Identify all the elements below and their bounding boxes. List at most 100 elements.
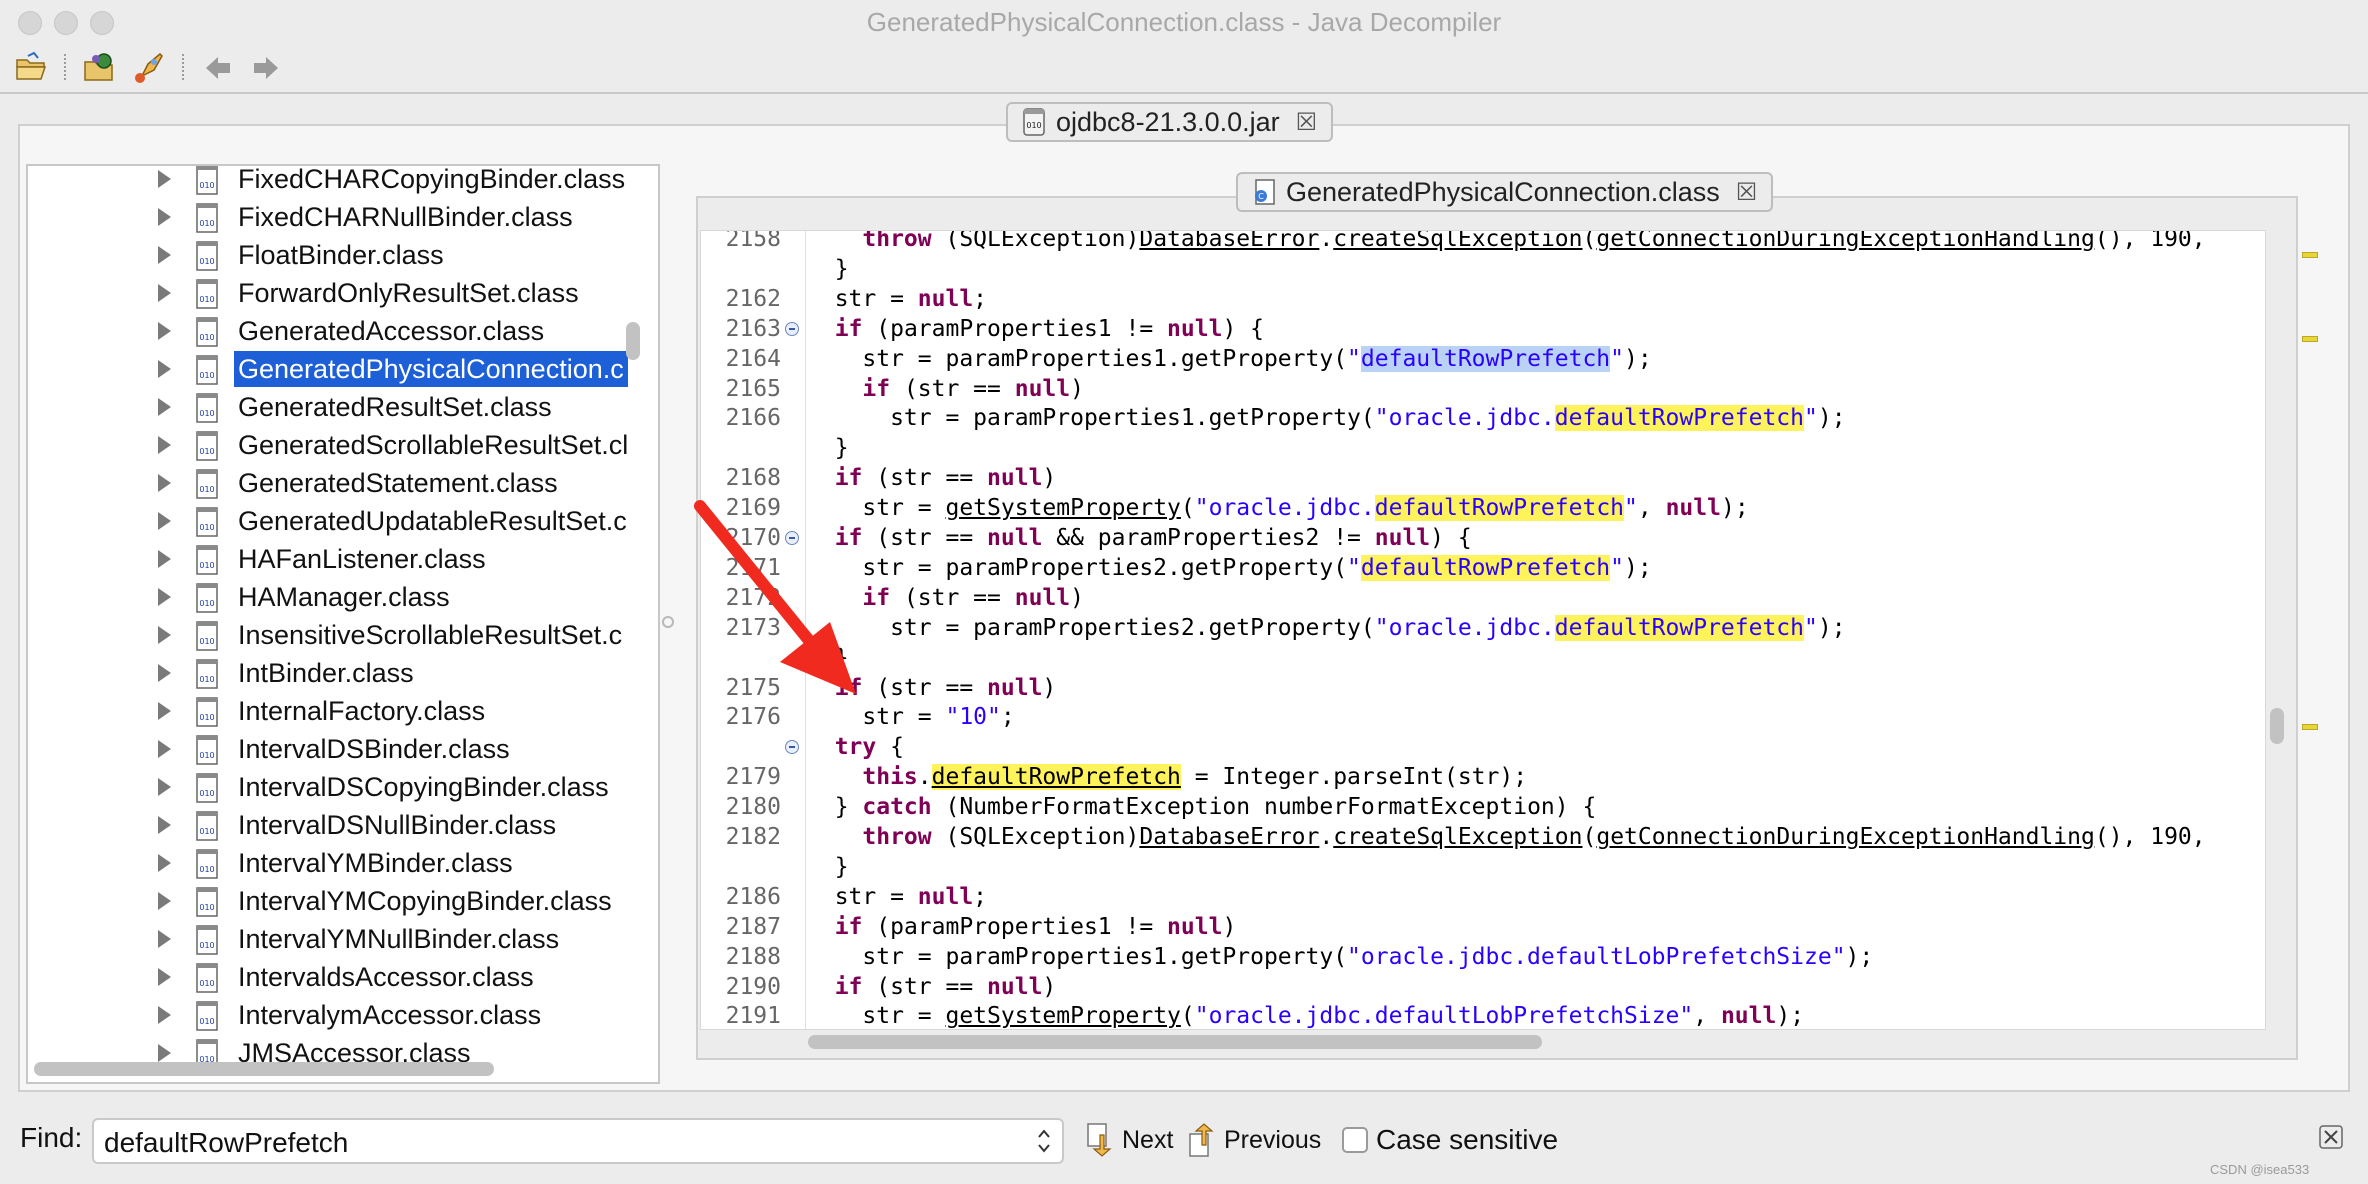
splitter-handle[interactable] — [662, 616, 674, 628]
code-line: 2176 str = "10"; — [701, 702, 2265, 732]
close-tab-icon[interactable]: ☒ — [1736, 178, 1758, 207]
case-sensitive-checkbox[interactable] — [1342, 1127, 1368, 1153]
tree-item[interactable]: 010 GeneratedPhysicalConnection.c — [28, 350, 628, 388]
forward-arrow-icon[interactable] — [248, 50, 284, 86]
line-number: 2165 — [725, 375, 781, 402]
expand-arrow-icon[interactable] — [158, 892, 171, 910]
history-stepper-icon[interactable] — [1036, 1126, 1052, 1156]
expand-arrow-icon[interactable] — [158, 474, 171, 492]
expand-arrow-icon[interactable] — [158, 170, 171, 188]
class-file-icon: 010 — [196, 545, 218, 575]
tree-item[interactable]: 010 FixedCHARNullBinder.class — [28, 198, 628, 236]
line-number: 2169 — [725, 495, 781, 522]
expand-arrow-icon[interactable] — [158, 702, 171, 720]
expand-arrow-icon[interactable] — [158, 664, 171, 682]
open-folder-icon[interactable] — [14, 50, 50, 86]
tree-item[interactable]: 010 IntervalDSBinder.class — [28, 730, 628, 768]
class-file-icon: 010 — [196, 279, 218, 309]
expand-arrow-icon[interactable] — [158, 246, 171, 264]
fold-toggle-icon[interactable] — [785, 740, 799, 755]
overview-ruler-mark[interactable] — [2302, 336, 2318, 342]
close-tab-icon[interactable]: ☒ — [1296, 108, 1318, 137]
case-sensitive-toggle[interactable]: Case sensitive — [1342, 1120, 1558, 1160]
expand-arrow-icon[interactable] — [158, 740, 171, 758]
tree-item[interactable]: 010 IntervalYMBinder.class — [28, 844, 628, 882]
tree-horizontal-scrollbar[interactable] — [34, 1062, 494, 1076]
tree-item[interactable]: 010 IntervalDSCopyingBinder.class — [28, 768, 628, 806]
close-find-icon[interactable] — [2318, 1124, 2344, 1150]
code-text: if (str == null) — [807, 584, 1084, 611]
tree-item[interactable]: 010 IntervalymAccessor.class — [28, 996, 628, 1034]
expand-arrow-icon[interactable] — [158, 322, 171, 340]
minimize-window-button[interactable] — [54, 11, 78, 35]
overview-ruler-mark[interactable] — [2302, 252, 2318, 258]
tree-vertical-scrollbar[interactable] — [626, 322, 640, 360]
class-tree[interactable]: 010 FixedCHARCopyingBinder.class 010 FixedC… — [26, 164, 660, 1084]
expand-arrow-icon[interactable] — [158, 512, 171, 530]
code-line: 2166 str = paramProperties1.getProperty(… — [701, 403, 2265, 433]
expand-arrow-icon[interactable] — [158, 436, 171, 454]
find-label: Find: — [20, 1122, 83, 1153]
expand-arrow-icon[interactable] — [158, 816, 171, 834]
fold-toggle-icon[interactable] — [785, 531, 799, 545]
code-line: 2158 throw (SQLException)DatabaseError.c… — [701, 230, 2265, 254]
code-horizontal-scrollbar[interactable] — [808, 1035, 1542, 1049]
expand-arrow-icon[interactable] — [158, 284, 171, 302]
tree-item[interactable]: 010 GeneratedScrollableResultSet.cl — [28, 426, 628, 464]
tree-item[interactable]: 010 IntervalYMNullBinder.class — [28, 920, 628, 958]
code-line: 2179 this.defaultRowPrefetch = Integer.p… — [701, 762, 2265, 792]
find-input[interactable]: defaultRowPrefetch — [92, 1118, 1064, 1164]
expand-arrow-icon[interactable] — [158, 398, 171, 416]
tree-item[interactable]: 010 ForwardOnlyResultSet.class — [28, 274, 628, 312]
search-rocket-icon[interactable] — [130, 50, 166, 86]
expand-arrow-icon[interactable] — [158, 1006, 171, 1024]
class-file-icon: 010 — [196, 241, 218, 271]
tab-jar[interactable]: 010 ojdbc8-21.3.0.0.jar ☒ — [1006, 102, 1334, 142]
code-vertical-scrollbar[interactable] — [2270, 708, 2284, 744]
expand-arrow-icon[interactable] — [158, 588, 171, 606]
find-next-button[interactable]: Next — [1086, 1120, 1173, 1160]
close-window-button[interactable] — [18, 11, 42, 35]
tree-item[interactable]: 010 InternalFactory.class — [28, 692, 628, 730]
overview-ruler-mark[interactable] — [2302, 724, 2318, 730]
jar-file-icon: 010 — [1023, 108, 1045, 136]
tree-item[interactable]: 010 IntervalYMCopyingBinder.class — [28, 882, 628, 920]
tree-item[interactable]: 010 GeneratedAccessor.class — [28, 312, 628, 350]
code-editor[interactable]: 2158 throw (SQLException)DatabaseError.c… — [700, 230, 2266, 1030]
tab-editor-file[interactable]: C GeneratedPhysicalConnection.class ☒ — [1236, 172, 1774, 212]
expand-arrow-icon[interactable] — [158, 968, 171, 986]
line-number — [701, 254, 781, 284]
tree-item[interactable]: 010 GeneratedResultSet.class — [28, 388, 628, 426]
expand-arrow-icon[interactable] — [158, 550, 171, 568]
expand-arrow-icon[interactable] — [158, 1044, 171, 1062]
find-previous-button[interactable]: Previous — [1188, 1120, 1321, 1160]
fold-toggle-icon[interactable] — [785, 321, 799, 336]
expand-arrow-icon[interactable] — [158, 778, 171, 796]
tree-item[interactable]: 010 GeneratedUpdatableResultSet.c — [28, 502, 628, 540]
expand-arrow-icon[interactable] — [158, 208, 171, 226]
tree-item[interactable]: 010 HAFanListener.class — [28, 540, 628, 578]
svg-text:010: 010 — [199, 219, 214, 228]
tree-item[interactable]: 010 IntBinder.class — [28, 654, 628, 692]
tree-item-label: InsensitiveScrollableResultSet.c — [238, 620, 623, 650]
tree-item[interactable]: 010 FloatBinder.class — [28, 236, 628, 274]
class-file-icon: 010 — [196, 317, 218, 347]
back-arrow-icon[interactable] — [200, 50, 236, 86]
expand-arrow-icon[interactable] — [158, 360, 171, 378]
expand-arrow-icon[interactable] — [158, 854, 171, 872]
tree-item[interactable]: 010 HAManager.class — [28, 578, 628, 616]
tree-item[interactable]: 010 IntervaldsAccessor.class — [28, 958, 628, 996]
tree-item[interactable]: 010 FixedCHARCopyingBinder.class — [28, 166, 628, 198]
line-number: 2158 — [725, 230, 781, 252]
tree-item[interactable]: 010 GeneratedStatement.class — [28, 464, 628, 502]
tree-item[interactable]: 010 IntervalDSNullBinder.class — [28, 806, 628, 844]
svg-text:010: 010 — [199, 979, 214, 988]
svg-text:010: 010 — [199, 789, 214, 798]
class-file-icon: 010 — [196, 963, 218, 993]
expand-arrow-icon[interactable] — [158, 626, 171, 644]
zoom-window-button[interactable] — [90, 11, 114, 35]
expand-arrow-icon[interactable] — [158, 930, 171, 948]
tree-item[interactable]: 010 InsensitiveScrollableResultSet.c — [28, 616, 628, 654]
code-line: 2180 } catch (NumberFormatException numb… — [701, 792, 2265, 822]
open-type-icon[interactable] — [82, 50, 118, 86]
